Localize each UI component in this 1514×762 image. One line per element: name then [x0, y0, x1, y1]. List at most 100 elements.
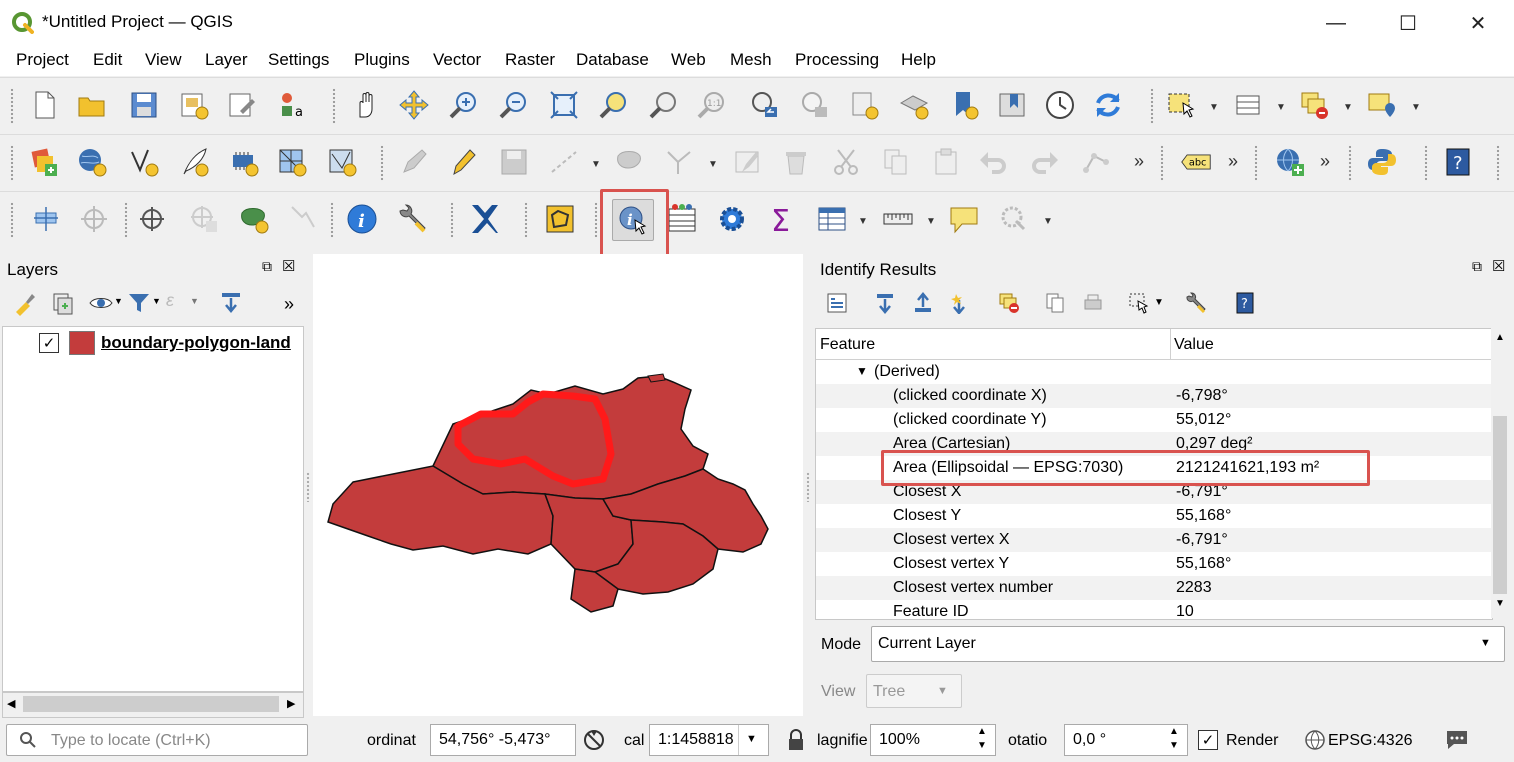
coordinate-field[interactable]: 54,756° -5,473° — [430, 724, 576, 756]
save-edits-icon[interactable] — [496, 144, 532, 180]
menu-database[interactable]: Database — [576, 50, 649, 70]
chevron-down-icon[interactable]: ▼ — [1043, 216, 1053, 227]
toolbar-grip[interactable] — [10, 202, 14, 238]
toolbar-grip[interactable] — [1348, 145, 1352, 181]
toolbar-grip[interactable] — [1254, 145, 1258, 181]
zoom-native-icon[interactable]: 1:1 — [694, 87, 730, 123]
toolbar-overflow-button[interactable]: » — [1228, 151, 1238, 172]
tree-group-row[interactable]: ▼ (Derived) — [816, 360, 1492, 384]
help-icon[interactable]: ? — [1234, 292, 1258, 316]
menu-web[interactable]: Web — [671, 50, 706, 70]
identify-settings-wrench-icon[interactable] — [1184, 292, 1208, 316]
python-console-icon[interactable] — [1364, 144, 1400, 180]
select-location-icon[interactable] — [1364, 87, 1400, 123]
locator-search-input[interactable]: Type to locate (Ctrl+K) — [6, 724, 308, 756]
new-spatialite-layer-icon[interactable] — [126, 144, 162, 180]
layers-horizontal-scrollbar[interactable]: ◀ ▶ — [2, 692, 304, 718]
identify-features-button[interactable]: i — [612, 199, 654, 241]
new-project-icon[interactable] — [26, 87, 62, 123]
settings-gear-icon[interactable] — [714, 201, 750, 237]
messages-icon[interactable] — [1444, 728, 1470, 752]
offset-point-icon[interactable] — [76, 201, 112, 237]
chevron-down-icon[interactable]: ▼ — [1209, 102, 1219, 113]
toolbar-grip[interactable] — [10, 88, 14, 124]
layer-visibility-checkbox[interactable]: ✓ — [39, 333, 59, 353]
digitizing-advanced-icon[interactable] — [1078, 144, 1114, 180]
column-divider[interactable] — [1170, 329, 1171, 359]
chevron-down-icon[interactable]: ▼ — [858, 216, 868, 227]
pan-to-selection-icon[interactable] — [396, 87, 432, 123]
scroll-up-icon[interactable]: ▲ — [1495, 332, 1505, 343]
toolbar-grip[interactable] — [1496, 145, 1500, 181]
new-map-view-icon[interactable] — [846, 87, 882, 123]
zoom-in-icon[interactable] — [446, 87, 482, 123]
rotation-field[interactable]: 0,0 ° ▲ ▼ — [1064, 724, 1188, 756]
field-calculator-icon[interactable] — [664, 201, 700, 237]
chevron-down-icon[interactable]: ▼ — [1276, 102, 1286, 113]
collapse-all-icon[interactable] — [912, 292, 936, 316]
expand-all-icon[interactable] — [218, 290, 246, 316]
new-mesh-layer-icon[interactable] — [324, 144, 360, 180]
table-row[interactable]: (clicked coordinate X) -6,798° — [816, 384, 1492, 408]
chevron-down-icon[interactable]: ▼ — [591, 159, 601, 170]
layers-toolbar-overflow[interactable]: » — [284, 294, 294, 315]
measure-line-icon[interactable] — [880, 201, 916, 237]
toolbar-grip[interactable] — [1160, 145, 1164, 181]
crs-label[interactable]: EPSG:4326 — [1328, 732, 1413, 750]
toolbar-grip[interactable] — [524, 202, 528, 238]
processing-toolbox-wrench-icon[interactable] — [394, 201, 430, 237]
statistics-sigma-icon[interactable]: Σ — [764, 201, 800, 237]
magnifier-field[interactable]: 100% ▲ ▼ — [870, 724, 996, 756]
table-row[interactable]: Closest vertex X -6,791° — [816, 528, 1492, 552]
toolbar-grip[interactable] — [1150, 88, 1154, 124]
float-panel-icon[interactable]: ⧉ — [262, 258, 272, 275]
style-manager-icon[interactable]: a — [274, 87, 310, 123]
copy-features-icon[interactable] — [878, 144, 914, 180]
spin-down-icon[interactable]: ▼ — [977, 740, 987, 751]
identify-info-icon[interactable]: i — [344, 201, 380, 237]
expand-all-icon[interactable] — [874, 292, 898, 316]
open-attribute-table-icon[interactable] — [814, 201, 850, 237]
spin-down-icon[interactable]: ▼ — [1169, 740, 1179, 751]
crs-globe-icon[interactable] — [1304, 729, 1326, 751]
minimize-button[interactable]: — — [1314, 8, 1358, 38]
menu-processing[interactable]: Processing — [795, 50, 879, 70]
render-checkbox[interactable]: ✓ — [1198, 730, 1218, 750]
lock-scale-icon[interactable] — [786, 728, 806, 752]
cut-features-icon[interactable] — [828, 144, 864, 180]
chevron-down-icon[interactable]: ▼ — [937, 685, 948, 697]
select-by-value-icon[interactable] — [1230, 87, 1266, 123]
toolbar-grip[interactable] — [10, 145, 14, 181]
layer-symbol-swatch[interactable] — [69, 331, 95, 355]
scale-field[interactable]: 1:1458818 ▼ — [649, 724, 769, 756]
manage-map-themes-icon[interactable]: ▼ — [88, 290, 128, 316]
identify-vertical-scrollbar[interactable]: ▲ ▼ — [1491, 328, 1509, 618]
help-icon[interactable]: ? — [1440, 144, 1476, 180]
float-panel-icon[interactable]: ⧉ — [1472, 258, 1482, 275]
new-print-layout-icon[interactable] — [176, 87, 212, 123]
clear-results-icon[interactable] — [998, 292, 1022, 316]
menu-project[interactable]: Project — [16, 50, 69, 70]
copy-feature-icon[interactable] — [1044, 292, 1068, 316]
open-project-icon[interactable] — [74, 87, 110, 123]
new-temporary-layer-icon[interactable] — [226, 144, 262, 180]
column-header-feature[interactable]: Feature — [820, 336, 875, 354]
zoom-to-selection-icon[interactable] — [596, 87, 632, 123]
table-row[interactable]: Closest vertex Y 55,168° — [816, 552, 1492, 576]
zoom-to-layer-icon[interactable] — [646, 87, 682, 123]
spin-up-icon[interactable]: ▲ — [977, 726, 987, 737]
toggle-editing-icon[interactable] — [446, 144, 482, 180]
print-response-icon[interactable] — [1082, 292, 1106, 316]
expand-arrow-icon[interactable]: ▼ — [856, 364, 868, 378]
select-by-polygon-icon[interactable] — [542, 201, 578, 237]
scroll-thumb[interactable] — [23, 696, 279, 712]
refresh-icon[interactable] — [1090, 87, 1126, 123]
menu-layer[interactable]: Layer — [205, 50, 248, 70]
show-bookmarks-icon[interactable] — [994, 87, 1030, 123]
close-button[interactable]: ✕ — [1456, 8, 1500, 38]
chevron-down-icon[interactable]: ▼ — [1343, 102, 1353, 113]
add-polygon-icon[interactable] — [236, 201, 272, 237]
add-polygon-feature-icon[interactable] — [612, 144, 648, 180]
label-tool-icon[interactable]: abc — [1178, 144, 1214, 180]
paste-features-icon[interactable] — [928, 144, 964, 180]
